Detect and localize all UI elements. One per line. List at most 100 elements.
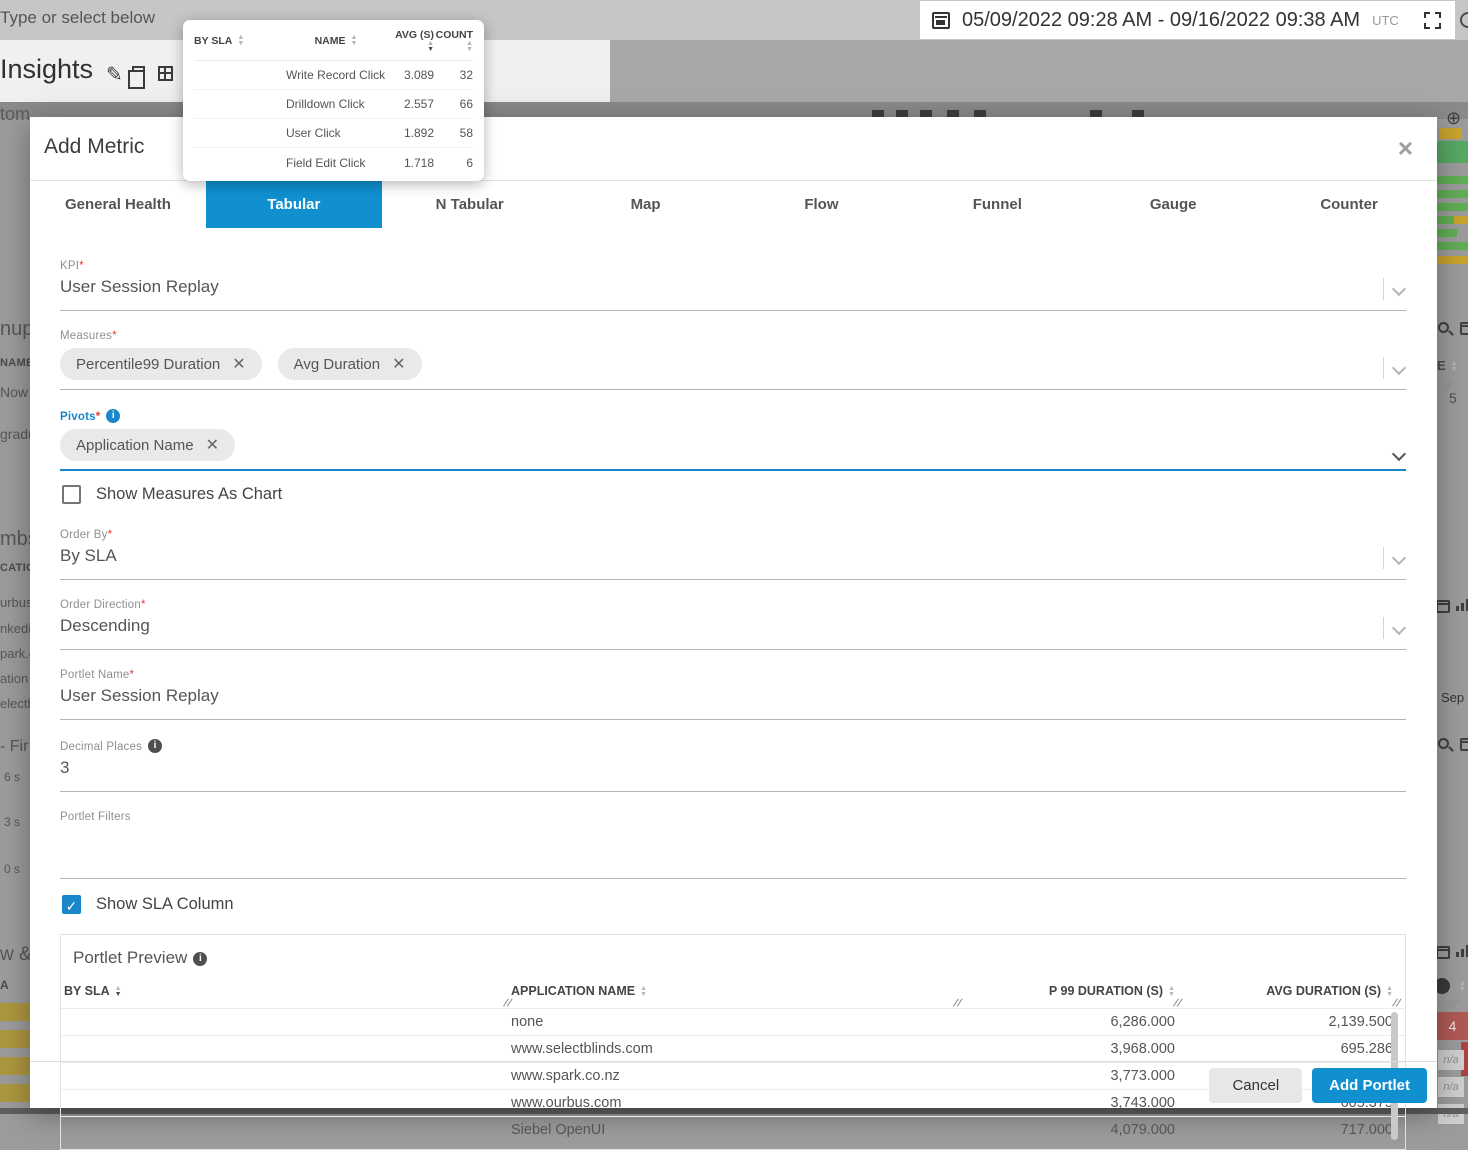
dropdown-chevron-icon[interactable] <box>1391 446 1407 462</box>
decimal-places-value: 3 <box>60 758 70 777</box>
tab-counter[interactable]: Counter <box>1261 181 1437 228</box>
preview-title: Portlet Preview <box>73 948 188 967</box>
col-name[interactable]: NAME ▲ ▼ <box>286 34 386 47</box>
calendar-icon <box>932 11 950 29</box>
tooltip-header: BY SLA ▲ ▼ NAME ▲ ▼ AVG (S) ▲ ▼ COUNT ▲ ▼ <box>194 29 473 62</box>
col-application-name[interactable]: APPLICATION NAME ▲ ▼ <box>511 984 953 998</box>
checkbox-label: Show Measures As Chart <box>96 485 283 503</box>
info-icon[interactable]: i <box>148 739 163 753</box>
col-avg-duration[interactable]: AVG DURATION (S) ▲ ▼ <box>1175 984 1393 998</box>
bg-count-fragment: 5 <box>1449 390 1457 406</box>
tooltip-row: Field Edit Click 1.718 6 <box>194 148 473 177</box>
dropdown-chevron-icon[interactable] <box>1383 357 1407 379</box>
checkbox-checked[interactable]: ✓ <box>62 895 81 914</box>
count-value: 6 <box>466 155 473 170</box>
col-count[interactable]: COUNT ▲ ▼ <box>434 29 473 53</box>
dropdown-chevron-icon[interactable] <box>1383 547 1407 569</box>
col-avg[interactable]: AVG (S) ▲ ▼ <box>386 29 434 53</box>
bg-minibar <box>1437 216 1468 224</box>
column-resize-handle[interactable]: // <box>1173 998 1184 1009</box>
col-by-sla[interactable]: BY SLA ▲ ▼ <box>64 984 511 998</box>
page-title: Insights <box>0 54 94 84</box>
bg-fragment: 6 s <box>4 770 21 784</box>
zoom-in-icon <box>1438 322 1449 333</box>
measure-chip[interactable]: Percentile99 Duration ✕ <box>60 348 262 380</box>
sla-tooltip-popup: BY SLA ▲ ▼ NAME ▲ ▼ AVG (S) ▲ ▼ COUNT ▲ ▼ Write … <box>183 20 484 181</box>
bar-chart-icon <box>1456 945 1468 957</box>
edit-pencil-icon[interactable]: ✎ <box>106 62 123 87</box>
bg-minibar <box>1437 229 1457 237</box>
search-placeholder-text[interactable]: Type or select below <box>0 8 155 28</box>
info-icon[interactable]: i <box>193 952 208 966</box>
pivots-label: Pivots <box>60 411 96 423</box>
measure-chip[interactable]: Avg Duration ✕ <box>277 348 422 380</box>
count-value: 66 <box>459 97 473 112</box>
app-name: none <box>511 1014 544 1030</box>
grid-layout-icon[interactable] <box>158 66 173 81</box>
tab-funnel[interactable]: Funnel <box>909 181 1085 228</box>
copy-icon[interactable] <box>128 66 145 89</box>
dropdown-chevron-icon[interactable] <box>1383 278 1407 300</box>
portlet-name-field[interactable]: Portlet Name* User Session Replay <box>60 664 1406 720</box>
column-resize-handle[interactable]: // <box>503 998 514 1009</box>
fullscreen-icon[interactable] <box>1424 12 1441 29</box>
measures-label: Measures <box>60 330 113 342</box>
tab-map[interactable]: Map <box>558 181 734 228</box>
order-direction-label: Order Direction <box>60 599 141 611</box>
order-direction-field[interactable]: Order Direction* Descending <box>60 594 1407 650</box>
preview-row: Siebel OpenUI 4,079.000 717.000 <box>61 1116 1405 1143</box>
count-value: 32 <box>459 68 473 83</box>
bg-minibar <box>1437 256 1468 264</box>
kpi-field[interactable]: KPI* User Session Replay <box>60 255 1407 311</box>
tab-flow[interactable]: Flow <box>734 181 910 228</box>
cancel-button[interactable]: Cancel <box>1209 1067 1303 1103</box>
checkbox-unchecked[interactable] <box>62 485 81 504</box>
clock-icon-partial <box>1460 12 1468 28</box>
modal-title: Add Metric <box>44 135 145 158</box>
decimal-places-label: Decimal Places <box>60 741 143 753</box>
pivots-field[interactable]: Pivots* i Application Name ✕ <box>60 404 1407 471</box>
preview-row: www.selectblinds.com 3,968.000 695.286 <box>61 1035 1405 1062</box>
bg-month-fragment: Sep <box>1441 690 1465 705</box>
p99-value: 6,286.000 <box>1110 1014 1175 1030</box>
portlet-name-label: Portlet Name <box>60 669 130 681</box>
avg-value: 3.089 <box>403 68 434 83</box>
col-p99-duration[interactable]: P 99 DURATION (S) ▲ ▼ <box>953 984 1175 998</box>
add-portlet-button[interactable]: Add Portlet <box>1312 1067 1427 1103</box>
dropdown-chevron-icon[interactable] <box>1383 617 1407 639</box>
count-value: 58 <box>459 126 473 141</box>
avg-value: 717.000 <box>1340 1122 1393 1138</box>
column-resize-handle[interactable]: // <box>953 998 964 1009</box>
tab-n-tabular[interactable]: N Tabular <box>382 181 558 228</box>
p99-value: 3,968.000 <box>1110 1041 1175 1057</box>
tab-gauge[interactable]: Gauge <box>1085 181 1261 228</box>
remove-chip-icon[interactable]: ✕ <box>206 435 219 455</box>
measures-field[interactable]: Measures* Percentile99 Duration ✕ Avg Dur… <box>60 325 1407 390</box>
tab-tabular[interactable]: Tabular <box>205 181 382 228</box>
tab-general-health[interactable]: General Health <box>30 181 206 228</box>
info-icon[interactable]: i <box>106 409 121 423</box>
preview-table-header: BY SLA ▲ ▼ APPLICATION NAME ▲ ▼ P 99 DURATIO… <box>61 968 1405 1009</box>
show-sla-column-row[interactable]: ✓ Show SLA Column <box>62 895 1406 914</box>
bg-na-value: n/a <box>1438 1050 1464 1070</box>
column-resize-handle[interactable]: // <box>1392 998 1403 1009</box>
decimal-places-field[interactable]: Decimal Places i 3 <box>60 734 1406 792</box>
event-name: Write Record Click <box>286 68 386 83</box>
bg-fragment: 3 s <box>4 815 21 829</box>
date-range-picker[interactable]: 05/09/2022 09:28 AM - 09/16/2022 09:38 A… <box>920 1 1455 39</box>
close-icon[interactable]: × <box>1398 133 1413 164</box>
remove-chip-icon[interactable]: ✕ <box>232 354 245 374</box>
bg-red-cell: 4 <box>1437 1012 1468 1040</box>
avg-value: 2.557 <box>403 97 434 112</box>
portlet-filters-field[interactable]: Portlet Filters <box>60 806 1406 879</box>
avg-value: 1.892 <box>403 126 434 141</box>
portlet-filters-value <box>60 828 1406 852</box>
modal-footer: Cancel Add Portlet <box>30 1061 1437 1108</box>
pivot-chip[interactable]: Application Name ✕ <box>60 429 235 461</box>
show-measures-as-chart-row[interactable]: Show Measures As Chart <box>62 485 1406 504</box>
avg-value: 2,139.500 <box>1328 1014 1393 1030</box>
remove-chip-icon[interactable]: ✕ <box>392 354 405 374</box>
order-by-field[interactable]: Order By* By SLA <box>60 524 1407 580</box>
col-by-sla[interactable]: BY SLA ▲ ▼ <box>194 34 286 47</box>
app-name: Siebel OpenUI <box>511 1122 606 1138</box>
